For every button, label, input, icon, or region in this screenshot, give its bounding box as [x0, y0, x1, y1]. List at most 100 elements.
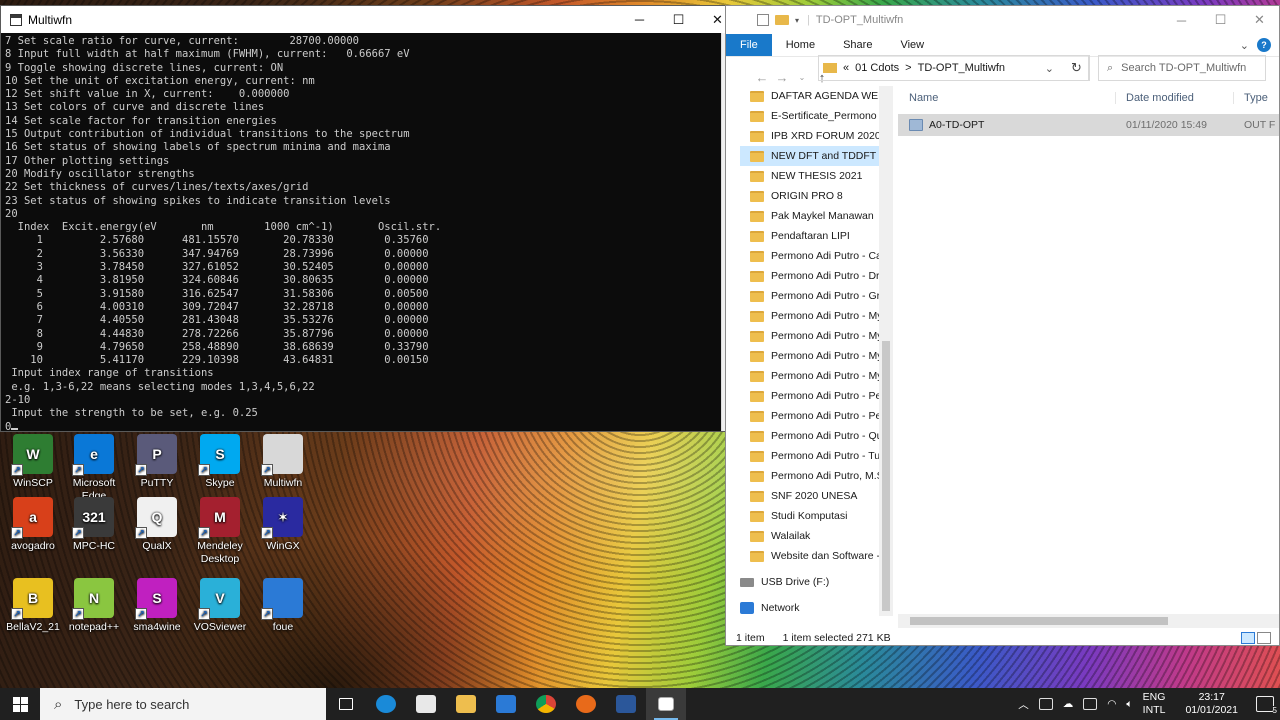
file-row[interactable]: A0-TD-OPT 01/11/2020 15:49 OUT F [898, 114, 1279, 136]
horizontal-scroll-thumb[interactable] [910, 617, 1168, 625]
properties-icon[interactable] [757, 14, 769, 26]
navigation-scrollbar[interactable] [879, 86, 893, 616]
help-icon[interactable]: ? [1257, 38, 1271, 52]
nav-folder-item[interactable]: Website dan Software - [740, 546, 880, 566]
navigation-scroll-thumb[interactable] [882, 341, 890, 611]
nav-folder-item[interactable]: IPB XRD FORUM 2020 ( [740, 126, 880, 146]
breadcrumb-01-cdots[interactable]: 01 Cdots [855, 62, 899, 74]
nav-folder-item[interactable]: NEW DFT and TDDFT [740, 146, 880, 166]
console-output[interactable]: 7 Set scale ratio for curve, current: 28… [5, 35, 723, 431]
desktop-icon-microsoft-edge[interactable]: e ↗ Microsoft Edge [61, 434, 127, 503]
tab-view[interactable]: View [886, 34, 938, 56]
address-dropdown-icon[interactable]: ⌄ [1045, 62, 1054, 75]
console-titlebar[interactable]: Multiwfn ─ ☐ ✕ [1, 6, 737, 33]
onedrive-icon[interactable]: ☁ [1063, 698, 1074, 710]
explorer-maximize-button[interactable]: ☐ [1201, 7, 1240, 34]
new-folder-icon[interactable] [775, 15, 789, 25]
word-icon[interactable] [606, 688, 646, 720]
breadcrumb-overflow[interactable]: « [843, 62, 849, 74]
nav-folder-item[interactable]: DAFTAR AGENDA WEBI [740, 86, 880, 106]
media-player-icon[interactable] [566, 688, 606, 720]
expand-ribbon-icon[interactable]: ⌄ [1240, 39, 1249, 52]
chrome-icon[interactable] [526, 688, 566, 720]
battery-icon[interactable] [1083, 698, 1098, 710]
nav-folder-item[interactable]: Permono Adi Putro - Qu [740, 426, 880, 446]
store-icon[interactable] [406, 688, 446, 720]
nav-folder-item[interactable]: E-Sertificate_Permono A [740, 106, 880, 126]
nav-folder-item[interactable]: ORIGIN PRO 8 [740, 186, 880, 206]
explorer-minimize-button[interactable]: ─ [1162, 7, 1201, 34]
desktop-icon-putty[interactable]: P ↗ PuTTY [124, 434, 190, 490]
desktop-icon-wingx[interactable]: ✶ ↗ WinGX [250, 497, 316, 553]
refresh-icon[interactable]: ↻ [1064, 55, 1090, 81]
nav-folder-item[interactable]: Permono Adi Putro - Tu [740, 446, 880, 466]
explorer-window[interactable]: ▾ TD-OPT_Multiwfn ─ ☐ ✕ File Home Share … [725, 5, 1280, 646]
multiwfn-taskbar-icon[interactable] [646, 688, 686, 720]
back-arrow-icon[interactable]: ← [752, 70, 772, 85]
language-indicator[interactable]: ENG INTL [1143, 691, 1166, 717]
search-box[interactable]: ⌕ Search TD-OPT_Multiwfn [1098, 55, 1266, 81]
nav-folder-item[interactable]: NEW THESIS 2021 [740, 166, 880, 186]
column-type[interactable]: Type [1234, 92, 1268, 104]
nav-folder-item[interactable]: Permono Adi Putro - My [740, 306, 880, 326]
edge-icon[interactable] [366, 688, 406, 720]
nav-folder-item[interactable]: Permono Adi Putro - Ca [740, 246, 880, 266]
start-button[interactable] [0, 688, 40, 720]
mail-icon[interactable] [486, 688, 526, 720]
explorer-close-button[interactable]: ✕ [1240, 7, 1279, 34]
minimize-button[interactable]: ─ [620, 6, 659, 33]
qat-dropdown-icon[interactable]: ▾ [795, 16, 799, 25]
tray-overflow-icon[interactable]: ︿ [1018, 697, 1029, 712]
nav-folder-item[interactable]: Permono Adi Putro - Gr [740, 286, 880, 306]
desktop-icon-sma4wine[interactable]: S ↗ sma4wine [124, 578, 190, 634]
desktop-icon-foue[interactable]: ↗ foue [250, 578, 316, 634]
desktop-icon-mpc-hc[interactable]: 321 ↗ MPC-HC [61, 497, 127, 553]
details-view-icon[interactable] [1241, 632, 1255, 644]
desktop-icon-avogadro[interactable]: a ↗ avogadro [0, 497, 66, 553]
nav-folder-item[interactable]: Permono Adi Putro - My [740, 366, 880, 386]
tab-file[interactable]: File [726, 34, 772, 56]
tab-home[interactable]: Home [772, 34, 829, 56]
nav-folder-item[interactable]: Walailak [740, 526, 880, 546]
desktop-icon-vosviewer[interactable]: V ↗ VOSviewer [187, 578, 253, 634]
volume-icon[interactable]: 🔈︎ [1126, 698, 1132, 711]
taskbar-search[interactable]: ⌕ Type here to search [40, 688, 326, 720]
recent-locations-icon[interactable]: ⌄ [792, 73, 812, 82]
horizontal-scrollbar[interactable] [898, 614, 1279, 628]
nav-folder-item[interactable]: Permono Adi Putro - Pe [740, 406, 880, 426]
desktop-icon-skype[interactable]: S ↗ Skype [187, 434, 253, 490]
breadcrumb-current[interactable]: TD-OPT_Multiwfn [918, 62, 1005, 74]
nav-folder-item[interactable]: Permono Adi Putro - Pe [740, 386, 880, 406]
clock[interactable]: 23:17 01/01/2021 [1185, 691, 1238, 717]
task-view-icon[interactable] [326, 688, 366, 720]
desktop-icon-qualx[interactable]: Q ↗ QualX [124, 497, 190, 553]
large-icons-view-icon[interactable] [1257, 632, 1271, 644]
tab-share[interactable]: Share [829, 34, 886, 56]
notification-center-icon[interactable]: 5 [1256, 696, 1277, 715]
explorer-titlebar[interactable]: ▾ TD-OPT_Multiwfn ─ ☐ ✕ [726, 6, 1279, 34]
desktop-icon-multiwfn[interactable]: ↗ Multiwfn [250, 434, 316, 490]
nav-folder-item[interactable]: Permono Adi Putro - My [740, 326, 880, 346]
navigation-pane[interactable]: DAFTAR AGENDA WEBI E-Sertificate_Permono … [740, 86, 880, 616]
nav-folder-item[interactable]: Studi Komputasi [740, 506, 880, 526]
nav-usb-drive[interactable]: USB Drive (F:) [740, 572, 880, 592]
nav-folder-item[interactable]: Pendaftaran LIPI [740, 226, 880, 246]
nav-folder-item[interactable]: SNF 2020 UNESA [740, 486, 880, 506]
console-window[interactable]: Multiwfn ─ ☐ ✕ 7 Set scale ratio for cur… [0, 5, 738, 432]
nav-network[interactable]: Network [740, 598, 880, 616]
file-explorer-icon[interactable] [446, 688, 486, 720]
tray-app-icon[interactable] [1038, 698, 1053, 710]
nav-folder-item[interactable]: Permono Adi Putro, M.S [740, 466, 880, 486]
desktop-icon-mendeley-desktop[interactable]: M ↗ Mendeley Desktop [187, 497, 253, 566]
column-date-modified[interactable]: Date modified [1116, 92, 1234, 104]
desktop-icon-winscp[interactable]: W ↗ WinSCP [0, 434, 66, 490]
maximize-button[interactable]: ☐ [659, 6, 698, 33]
wifi-icon[interactable]: ◠ [1107, 698, 1116, 710]
nav-folder-item[interactable]: Pak Maykel Manawan [740, 206, 880, 226]
address-bar[interactable]: « 01 Cdots > TD-OPT_Multiwfn ⌄ [818, 55, 1089, 81]
nav-folder-item[interactable]: Permono Adi Putro - My [740, 346, 880, 366]
column-name[interactable]: Name [898, 92, 1116, 104]
desktop-icon-notepad-[interactable]: N ↗ notepad++ [61, 578, 127, 634]
nav-folder-item[interactable]: Permono Adi Putro - Dr [740, 266, 880, 286]
desktop-icon-bellav2-21[interactable]: B ↗ BellaV2_21 [0, 578, 66, 634]
